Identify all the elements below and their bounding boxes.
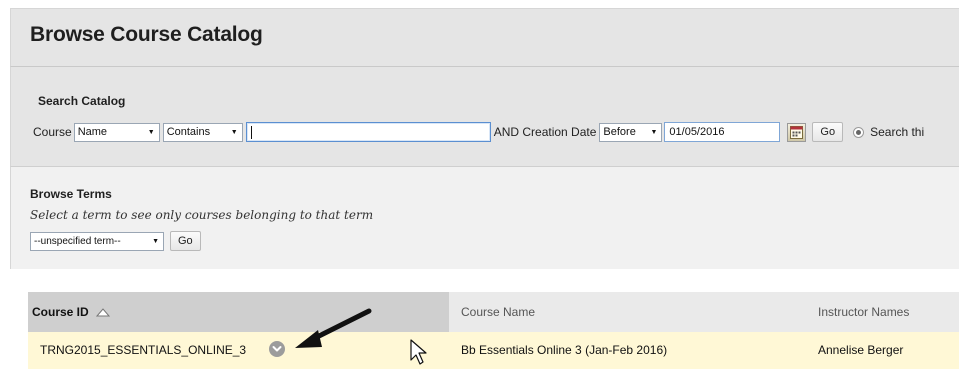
table-row[interactable]: TRNG2015_ESSENTIALS_ONLINE_3 Bb Essentia… bbox=[28, 332, 959, 369]
text-caret bbox=[250, 125, 252, 139]
dropdown-arrow-icon: ▼ bbox=[152, 237, 159, 245]
search-field-value: Name bbox=[77, 126, 108, 138]
creation-date-value: 01/05/2016 bbox=[669, 126, 725, 138]
creation-date-input[interactable]: 01/05/2016 bbox=[664, 122, 781, 142]
column-header-course-name[interactable]: Course Name bbox=[461, 305, 535, 319]
column-header-course-id[interactable]: Course ID bbox=[32, 305, 111, 319]
browse-terms-heading: Browse Terms bbox=[30, 187, 112, 201]
course-results-table: Course ID Course Name Instructor Names T… bbox=[28, 292, 959, 369]
table-header: Course ID Course Name Instructor Names bbox=[28, 292, 959, 332]
dropdown-arrow-icon: ▼ bbox=[147, 128, 155, 136]
search-field-select[interactable]: Name ▼ bbox=[73, 122, 160, 142]
course-name-cell: Bb Essentials Online 3 (Jan-Feb 2016) bbox=[461, 343, 668, 357]
search-operator-value: Contains bbox=[166, 126, 211, 138]
term-select[interactable]: --unspecified term-- ▼ bbox=[30, 231, 164, 251]
course-id-link[interactable]: TRNG2015_ESSENTIALS_ONLINE_3 bbox=[40, 343, 246, 357]
search-row: Course Name ▼ Contains ▼ AND Creation Da… bbox=[33, 122, 924, 142]
search-scope-radio[interactable] bbox=[853, 126, 865, 138]
search-scope-label: Search thi bbox=[870, 125, 925, 139]
search-catalog-heading: Search Catalog bbox=[38, 94, 126, 108]
browse-terms-hint: Select a term to see only courses belong… bbox=[30, 208, 374, 222]
dropdown-arrow-icon: ▼ bbox=[230, 128, 238, 136]
dropdown-arrow-icon: ▼ bbox=[650, 128, 658, 136]
date-operator-value: Before bbox=[603, 126, 636, 138]
search-catalog-panel: Search Catalog Course Name ▼ Contains ▼ … bbox=[10, 66, 959, 166]
chevron-down-icon[interactable] bbox=[269, 341, 285, 357]
column-header-label: Course ID bbox=[32, 305, 89, 319]
browse-terms-panel: Browse Terms Select a term to see only c… bbox=[10, 166, 959, 269]
term-row: --unspecified term-- ▼ Go bbox=[30, 231, 201, 251]
instructor-cell: Annelise Berger bbox=[818, 343, 904, 357]
course-catalog-page: Browse Course Catalog Search Catalog Cou… bbox=[0, 0, 959, 369]
search-operator-select[interactable]: Contains ▼ bbox=[162, 122, 243, 142]
creation-date-label: AND Creation Date bbox=[493, 125, 597, 139]
calendar-icon[interactable] bbox=[787, 122, 807, 142]
course-field-label: Course bbox=[33, 125, 72, 139]
term-go-button[interactable]: Go bbox=[170, 231, 201, 251]
search-go-button[interactable]: Go bbox=[812, 122, 844, 142]
radio-dot bbox=[856, 129, 862, 135]
term-select-value: --unspecified term-- bbox=[34, 235, 121, 247]
search-query-input[interactable] bbox=[245, 122, 491, 142]
page-title: Browse Course Catalog bbox=[30, 23, 263, 46]
page-header: Browse Course Catalog bbox=[10, 8, 959, 66]
date-operator-select[interactable]: Before ▼ bbox=[599, 122, 663, 142]
column-header-instructor-names[interactable]: Instructor Names bbox=[818, 305, 909, 319]
sort-ascending-icon bbox=[96, 308, 111, 317]
